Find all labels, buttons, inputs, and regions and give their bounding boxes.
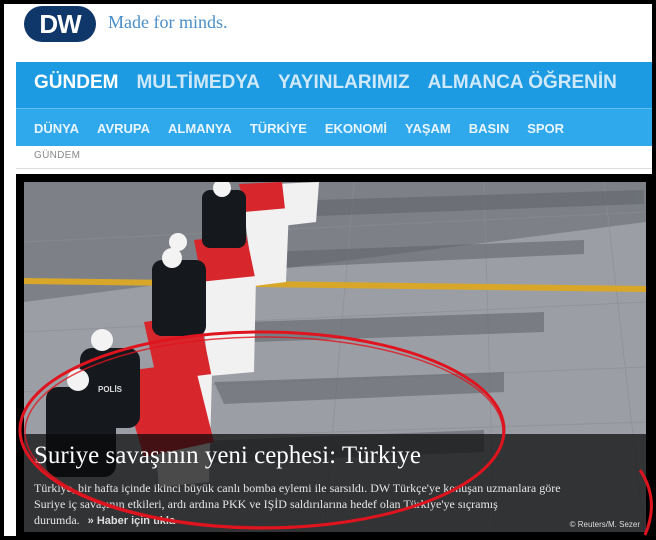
photo-credit: © Reuters/M. Sezer bbox=[569, 520, 640, 529]
headline[interactable]: Suriye savaşının yeni cephesi: Türkiye bbox=[34, 442, 421, 470]
screenshot-frame: DW Made for minds. GÜNDEM MULTİMEDYA YAYIN… bbox=[0, 0, 656, 540]
sub-nav-item[interactable]: YAŞAM bbox=[405, 121, 451, 136]
sub-nav-item[interactable]: AVRUPA bbox=[97, 121, 150, 136]
hero-teaser[interactable]: POLİS Suriye savaşının yeni cephesi: Tür… bbox=[16, 174, 652, 536]
logo-bar: DW Made for minds. bbox=[4, 4, 652, 62]
breadcrumb[interactable]: GÜNDEM bbox=[34, 150, 80, 161]
divider bbox=[16, 168, 652, 169]
sub-nav-item[interactable]: ALMANYA bbox=[168, 121, 232, 136]
dw-page: DW Made for minds. GÜNDEM MULTİMEDYA YAYIN… bbox=[4, 4, 652, 536]
main-nav-list: GÜNDEM MULTİMEDYA YAYINLARIMIZ ALMANCA ÖĞRE… bbox=[34, 72, 617, 94]
sub-nav-list: DÜNYA AVRUPA ALMANYA TÜRKİYE EKONOMİ YAŞAM BAS… bbox=[34, 121, 564, 136]
teaser-summary: Türkiye, bir hafta içinde ikinci büyük c… bbox=[34, 480, 594, 529]
sub-nav-item[interactable]: BASIN bbox=[469, 121, 509, 136]
main-nav-item[interactable]: MULTİMEDYA bbox=[136, 72, 260, 94]
main-nav-item[interactable]: GÜNDEM bbox=[34, 72, 118, 94]
main-navigation: GÜNDEM MULTİMEDYA YAYINLARIMIZ ALMANCA ÖĞRE… bbox=[16, 62, 652, 146]
read-more-link[interactable]: » Haber için tıkla bbox=[88, 515, 175, 527]
sub-nav-item[interactable]: TÜRKİYE bbox=[250, 121, 307, 136]
sub-navigation: DÜNYA AVRUPA ALMANYA TÜRKİYE EKONOMİ YAŞAM BAS… bbox=[16, 108, 652, 146]
sub-nav-item[interactable]: EKONOMİ bbox=[325, 121, 387, 136]
hero-frame[interactable]: POLİS Suriye savaşının yeni cephesi: Tür… bbox=[24, 182, 646, 532]
tagline: Made for minds. bbox=[108, 12, 228, 32]
sub-nav-item[interactable]: DÜNYA bbox=[34, 121, 79, 136]
main-nav-item[interactable]: ALMANCA ÖĞRENİN bbox=[428, 72, 617, 94]
dw-logo[interactable]: DW bbox=[24, 6, 96, 42]
police-badge-text: POLİS bbox=[98, 385, 123, 394]
main-nav-item[interactable]: YAYINLARIMIZ bbox=[278, 72, 410, 94]
sub-nav-item[interactable]: SPOR bbox=[527, 121, 564, 136]
